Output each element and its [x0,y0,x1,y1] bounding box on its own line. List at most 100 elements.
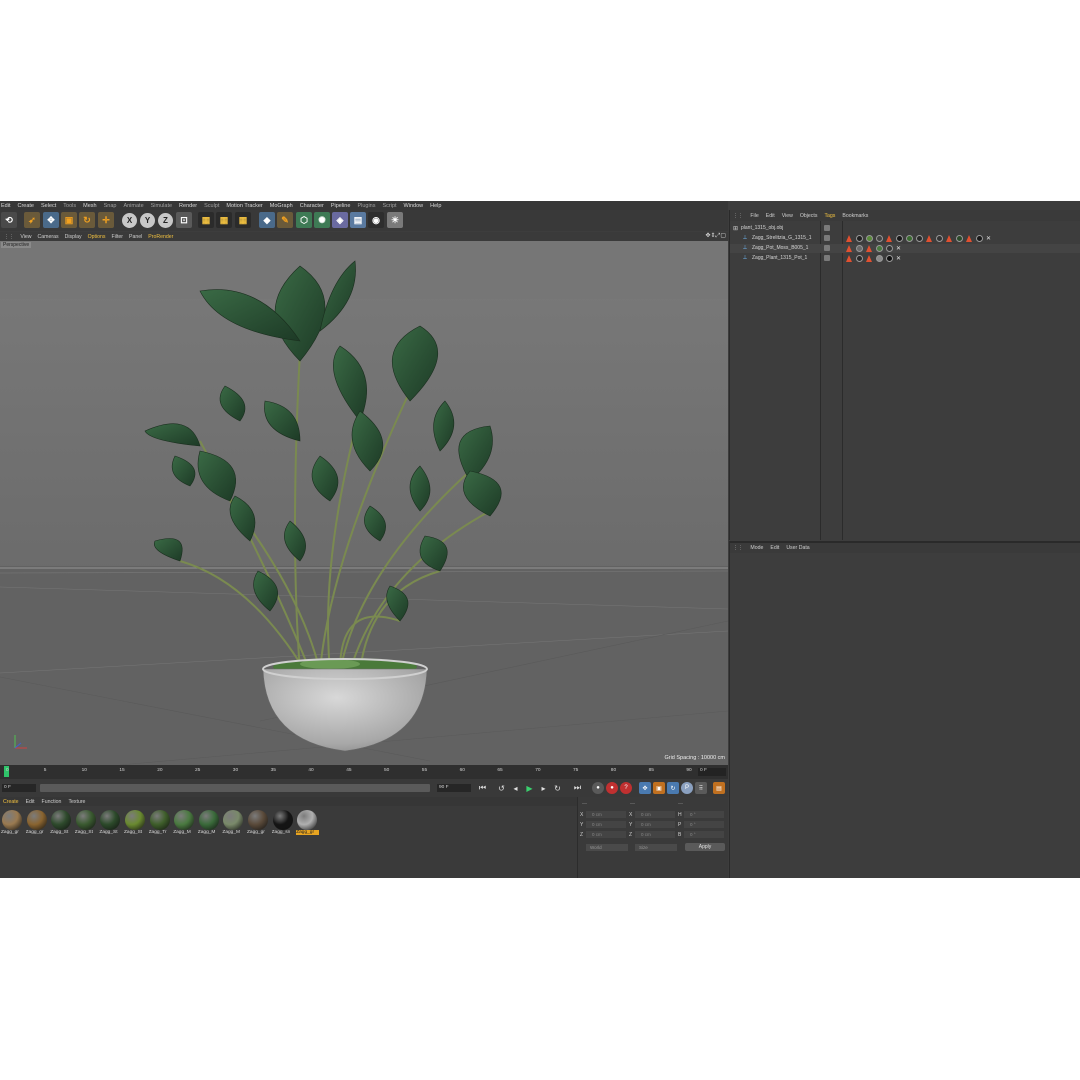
material-swatch[interactable]: Zagg_sn [272,810,295,840]
attribute-menu-edit[interactable]: Edit [770,545,779,551]
material-tag-icon[interactable] [856,234,863,242]
keyframe-selection-icon[interactable]: ? [620,782,632,794]
visibility-toggle-icon[interactable] [824,235,830,241]
texture-tag-icon[interactable] [946,234,952,242]
size-field[interactable]: 0 cm [635,811,675,818]
menu-item-motion-tracker[interactable]: Motion Tracker [226,203,262,209]
material-swatch[interactable]: Zagg_St [50,810,73,840]
material-swatch[interactable]: Zagg_St [99,810,122,840]
go-to-end-icon[interactable]: ⏭ [572,782,583,794]
menu-item-window[interactable]: Window [404,203,424,209]
material-swatch[interactable]: Zagg_M [222,810,245,840]
menu-item-character[interactable]: Character [300,203,324,209]
menu-item-select[interactable]: Select [41,203,56,209]
material-tag-icon[interactable] [936,234,943,242]
phong-tag-icon[interactable]: ✕ [986,235,993,242]
subdivision-icon[interactable]: ⬡ [296,212,312,228]
size-mode-select[interactable]: Size [635,844,677,851]
key-scale-icon[interactable]: ▣ [653,782,665,794]
render-view-icon[interactable]: ▦ [198,212,214,228]
previous-key-icon[interactable]: ↺ [496,782,507,794]
select-tool-icon[interactable]: ➶ [24,212,40,228]
texture-tag-icon[interactable] [866,254,872,262]
material-menu-function[interactable]: Function [42,799,62,805]
previous-frame-icon[interactable]: ◂ [510,782,521,794]
phong-tag-icon[interactable]: ✕ [896,255,903,262]
material-tag-icon[interactable] [876,234,883,242]
menu-item-help[interactable]: Help [430,203,441,209]
viewport-menu-cameras[interactable]: Cameras [38,234,59,240]
cube-icon[interactable]: ◆ [259,212,275,228]
range-end-field[interactable]: 90 F [437,784,471,792]
viewport-menu-filter[interactable]: Filter [111,234,123,240]
rotation-field[interactable]: 0 ° [684,811,724,818]
material-tag-icon[interactable] [906,234,913,242]
texture-tag-icon[interactable] [966,234,972,242]
visibility-toggle-icon[interactable] [824,245,830,251]
position-field[interactable]: 0 cm [586,811,626,818]
object-menu-objects[interactable]: Objects [800,213,818,219]
next-key-icon[interactable]: ↻ [552,782,563,794]
position-field[interactable]: 0 cm [586,831,626,838]
key-rotation-icon[interactable]: ↻ [667,782,679,794]
viewport-navigation-icon[interactable]: ✥⇕⤢▢ [705,232,726,240]
material-tag-icon[interactable] [956,234,963,242]
phong-tag-icon[interactable]: ✕ [896,245,903,252]
autokey-icon[interactable]: ● [606,782,618,794]
undo-icon[interactable]: ⟲ [1,212,17,228]
attribute-menu-user-data[interactable]: User Data [786,545,809,551]
material-tag-icon[interactable] [876,254,883,262]
rotation-field[interactable]: 0 ° [684,821,724,828]
frame-range-slider[interactable] [40,784,430,792]
texture-tag-icon[interactable] [886,234,892,242]
timeline-window-icon[interactable]: ▤ [713,782,725,794]
object-menu-view[interactable]: View [782,213,793,219]
viewport-menu-options[interactable]: Options [88,234,106,240]
visibility-toggle-icon[interactable] [824,225,830,231]
object-row[interactable]: ⟂ Zagg_Pot_Moss_B005_1 ✕ [730,244,1080,253]
size-field[interactable]: 0 cm [635,831,675,838]
play-icon[interactable]: ▶ [524,782,535,794]
key-position-icon[interactable]: ✥ [639,782,651,794]
texture-tag-icon[interactable] [846,234,852,242]
texture-tag-icon[interactable] [926,234,932,242]
apply-button[interactable]: Apply [685,843,725,851]
material-swatch[interactable]: Zagg_Tr [149,810,172,840]
viewport-menu-display[interactable]: Display [65,234,82,240]
z-axis-lock-button[interactable]: Z [158,212,173,228]
record-active-icon[interactable]: ● [592,782,604,794]
viewport-menu-panel[interactable]: Panel [129,234,142,240]
menu-item-render[interactable]: Render [179,203,197,209]
rotate-tool-icon[interactable]: ↻ [79,212,95,228]
material-tag-icon[interactable] [916,234,923,242]
menu-item-mesh[interactable]: Mesh [83,203,96,209]
menu-item-plugins[interactable]: Plugins [357,203,375,209]
material-tag-icon[interactable] [856,254,863,262]
scale-tool-icon[interactable]: ▣ [61,212,77,228]
material-tag-icon[interactable] [886,254,893,262]
object-row[interactable]: ⟂ Zagg_Plant_1315_Pot_1 ✕ [730,254,1080,263]
object-row[interactable]: ⟂ Zagg_Strelitzia_G_1315_1 ✕ [730,234,1080,243]
light-icon[interactable]: ☀ [387,212,403,228]
pen-icon[interactable]: ✎ [277,212,293,228]
material-tag-icon[interactable] [886,244,893,252]
texture-tag-icon[interactable] [846,244,852,252]
material-swatch[interactable]: Zagg_M [173,810,196,840]
material-tag-icon[interactable] [866,234,873,242]
object-menu-tags[interactable]: Tags [824,213,835,219]
menu-item-sculpt[interactable]: Sculpt [204,203,219,209]
menu-item-mograph[interactable]: MoGraph [270,203,293,209]
viewport-menu-prorender[interactable]: ProRender [148,234,173,240]
material-swatch[interactable]: Zagg_St [75,810,98,840]
timeline-ruler[interactable]: 0 F 0 5 10 15 20 25 30 35 40 45 50 55 60 65 70 75 80 85 90 [0,765,728,779]
menu-item-tools[interactable]: Tools [63,203,76,209]
floor-icon[interactable]: ▤ [350,212,366,228]
camera-icon[interactable]: ◉ [368,212,384,228]
texture-tag-icon[interactable] [866,244,872,252]
attribute-menu-mode[interactable]: Mode [750,545,763,551]
size-field[interactable]: 0 cm [635,821,675,828]
material-swatch[interactable]: Zagg_gr [296,810,320,840]
menu-item-script[interactable]: Script [382,203,396,209]
material-swatch[interactable]: Zagg_gr [247,810,270,840]
object-menu-bookmarks[interactable]: Bookmarks [842,213,868,219]
